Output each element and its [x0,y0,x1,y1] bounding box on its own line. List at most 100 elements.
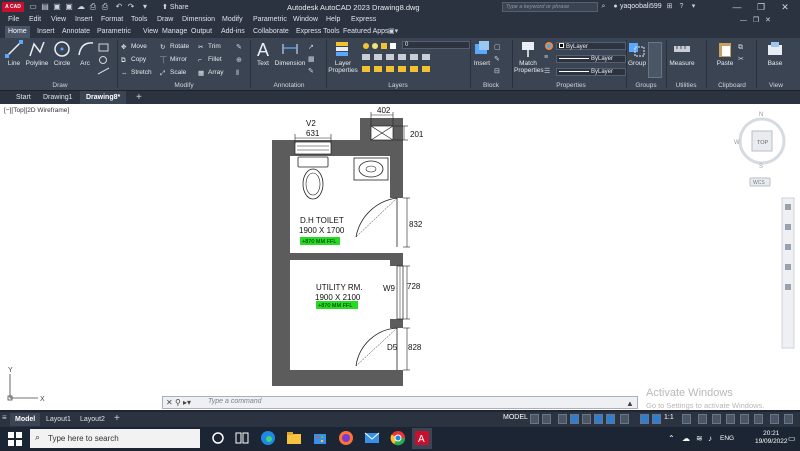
tab-express-tools[interactable]: Express Tools [293,26,342,38]
menu-draw[interactable]: Draw [157,14,173,26]
viewcube[interactable]: TOP N W S WCS [734,112,786,187]
tab-collaborate[interactable]: Collaborate [250,26,292,38]
tab-home[interactable]: Home [5,26,30,38]
menu-window-controls[interactable]: — ❐ ✕ [740,16,771,24]
tab-manage[interactable]: Manage [159,26,190,38]
command-expand-icon[interactable]: ▲ [626,399,634,408]
stretch-tool[interactable]: ⇔ Stretch [121,67,152,78]
lineweight-dropdown[interactable]: ByLayer [556,55,626,63]
menu-edit[interactable]: Edit [29,14,41,26]
restore-button[interactable]: ❐ [752,0,770,14]
layer-dropdown[interactable]: 0 [362,41,472,51]
customize-status-icon[interactable] [784,414,793,424]
help-dropdown-icon[interactable]: ▾ [689,2,698,12]
hardware-acceleration-icon[interactable] [754,414,763,424]
dimension-tool[interactable]: Dimension [274,40,306,67]
mail-icon[interactable] [364,430,380,446]
draw-extra-tools[interactable] [97,42,111,82]
layout-tab-layout2[interactable]: Layout2 [75,413,110,426]
system-tray-chevron-icon[interactable]: ⌃ [668,434,675,443]
menu-tools[interactable]: Tools [131,14,147,26]
autocad-app-icon[interactable]: A CAD [2,2,24,12]
customize-cmd-icon[interactable]: ⚲ [175,398,181,407]
file-tab-drawing1[interactable]: Drawing1 [37,91,79,104]
units-icon[interactable] [712,414,721,424]
ortho-icon[interactable] [558,414,567,424]
line-tool[interactable]: Line [5,40,23,67]
layout-tab-layout1[interactable]: Layout1 [41,413,76,426]
layout-nav-icon[interactable]: ≡ [2,413,7,422]
insert-block-tool[interactable]: Insert [472,40,492,67]
cloud-save-icon[interactable]: ☁ [76,2,86,12]
save-as-icon[interactable]: ▣ [64,2,74,12]
open-folder-icon[interactable]: ▤ [40,2,50,12]
volume-icon[interactable]: ♪ [708,434,712,443]
tab-featured-apps[interactable]: Featured Apps [340,26,392,38]
tab-annotate[interactable]: Annotate [59,26,93,38]
menu-view[interactable]: View [51,14,66,26]
user-icon[interactable]: ● [611,2,620,12]
layout-tab-model[interactable]: Model [10,413,41,426]
groups-panel-title[interactable]: Groups [628,81,664,90]
text-tool[interactable]: A Text [254,40,272,67]
annotation-monitor-icon[interactable] [698,414,707,424]
file-tab-drawing8[interactable]: Drawing8* [80,91,127,104]
menu-modify[interactable]: Modify [222,14,243,26]
tab-addins[interactable]: Add-ins [218,26,248,38]
menu-format[interactable]: Format [101,14,123,26]
fillet-tool[interactable]: ⌐ Fillet [198,54,222,65]
network-icon[interactable]: ☁ [682,434,690,443]
wifi-icon[interactable]: ≋ [696,434,703,443]
array-tool[interactable]: ▦ Array [198,67,224,78]
tab-insert[interactable]: Insert [34,26,58,38]
taskbar-clock[interactable]: 20:21 19/09/2022 [755,430,788,446]
modify-panel-title[interactable]: Modify [121,81,247,90]
redo-icon[interactable]: ↷ [126,2,136,12]
close-button[interactable]: ✕ [776,0,794,14]
isolate-objects-icon[interactable] [740,414,749,424]
auto-scale-icon[interactable] [652,414,661,424]
username[interactable]: yaqoobali599 [620,3,662,10]
quick-properties-icon[interactable] [726,414,735,424]
paste-tool[interactable]: Paste [714,40,736,67]
customize-quickaccess-icon[interactable]: ▾ [140,2,150,12]
print-icon[interactable]: ⎙ [100,2,110,12]
osnap-icon[interactable] [606,414,615,424]
recent-commands-icon[interactable]: ▸▾ [183,398,191,407]
file-explorer-icon[interactable] [286,430,302,446]
help-icon[interactable]: ? [677,2,686,12]
properties-panel-title[interactable]: Properties [514,81,628,90]
annotation-extra-tools[interactable]: ↗ ▦ ✎ [308,42,318,78]
tab-output[interactable]: Output [188,26,215,38]
menu-file[interactable]: File [8,14,19,26]
grid-icon[interactable] [530,414,539,424]
trim-tool[interactable]: ✂ Trim [198,41,221,52]
add-layout-icon[interactable]: + [114,413,120,425]
model-space-toggle[interactable]: MODEL [503,414,528,421]
menu-dimension[interactable]: Dimension [182,14,215,26]
layers-panel-title[interactable]: Layers [328,81,468,90]
copy-tool[interactable]: ⧉ Copy [121,54,146,65]
task-view-icon[interactable] [234,430,250,446]
cortana-icon[interactable] [210,430,226,446]
base-view-tool[interactable]: Base [764,40,786,67]
utilities-panel-title[interactable]: Utilities [668,81,704,90]
floor-plan-drawing[interactable]: 402 201 V2 631 832 W9 728 D5 828 D.H TOI… [0,104,800,410]
object-track-icon[interactable] [594,414,603,424]
command-line-controls[interactable]: ✕ ⚲ ▸▾ [166,398,204,407]
edge-browser-icon[interactable] [260,430,276,446]
file-tab-start[interactable]: Start [10,91,37,104]
windows-start-icon[interactable] [8,432,22,446]
tab-view[interactable]: View [140,26,161,38]
menu-express[interactable]: Express [351,14,376,26]
layer-tools-grid[interactable] [360,52,472,78]
notifications-icon[interactable]: ▭ [788,434,796,443]
modify-extra-tools[interactable]: ✎ ⊕ ⫴ [236,41,248,80]
minimize-button[interactable]: — [728,0,746,14]
color-wheel-icon[interactable] [544,41,554,51]
store-icon[interactable] [312,430,328,446]
move-tool[interactable]: ✥ Move [121,41,147,52]
color-dropdown[interactable]: ByLayer [556,42,626,50]
annotation-scale[interactable]: 1:1 [664,414,674,421]
circle-tool[interactable]: Circle [52,40,72,67]
